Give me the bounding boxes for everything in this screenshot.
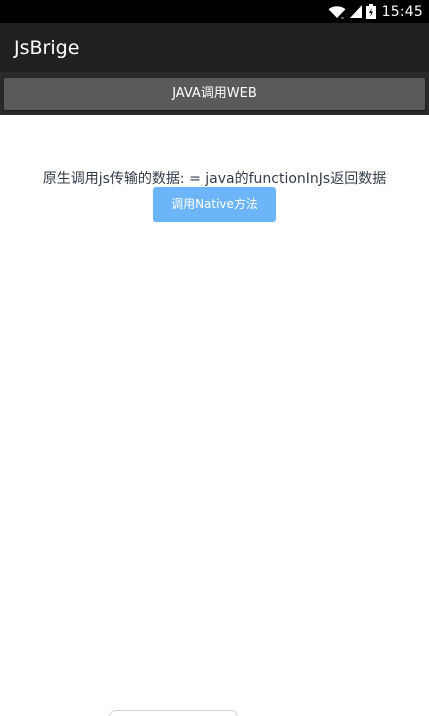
status-time: 15:45	[381, 3, 423, 20]
status-bar: 15:45	[0, 0, 429, 23]
wifi-icon	[328, 5, 346, 19]
bottom-partial-element	[109, 710, 238, 716]
webview-content: 原生调用js传输的数据: = java的functionInJs返回数据 调用N…	[0, 115, 429, 716]
toolbar-strip: JAVA调用WEB	[0, 72, 429, 115]
call-native-button[interactable]: 调用Native方法	[153, 187, 276, 222]
app-bar: JsBrige	[0, 23, 429, 72]
result-text: 原生调用js传输的数据: = java的functionInJs返回数据	[42, 171, 387, 187]
signal-icon	[349, 5, 362, 18]
status-icons: 15:45	[328, 2, 423, 21]
battery-icon	[365, 4, 376, 19]
app-title: JsBrige	[14, 37, 80, 59]
screen: 15:45 JsBrige JAVA调用WEB 原生调用js传输的数据: = j…	[0, 0, 429, 716]
java-call-web-button[interactable]: JAVA调用WEB	[4, 78, 425, 110]
